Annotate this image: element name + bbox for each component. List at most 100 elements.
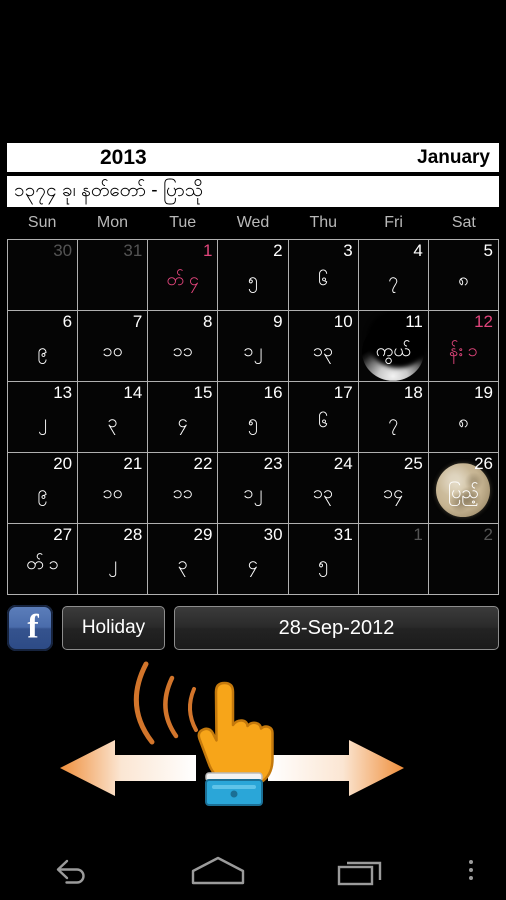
calendar-day-cell[interactable]: 26 ပြည့်: [428, 453, 499, 524]
calendar-day-cell[interactable]: 31: [78, 240, 149, 311]
gregorian-day-number: 30: [263, 525, 283, 544]
gregorian-day-number: 29: [193, 525, 213, 544]
calendar-grid[interactable]: 30 31 1 တ် ၄ 2 ၅ 3 ၆ 4 ၇ 5 ၈ 6 ၉ 7 ၁၀ 8 ၁၁ 9 ၁၂ 10 ၁၃ 11 ကွယ် 12…: [7, 239, 499, 595]
gregorian-day-number: 31: [333, 525, 353, 544]
myanmar-day-label: ကွယ်: [375, 340, 411, 360]
gregorian-day-number: 4: [413, 241, 423, 260]
calendar-day-cell[interactable]: 7 ၁၀: [78, 311, 149, 382]
calendar-day-cell[interactable]: 14 ၃: [78, 382, 149, 453]
gregorian-day-number: 21: [123, 454, 143, 473]
myanmar-day-label: ၁၀: [102, 340, 123, 360]
year-label: 2013: [100, 145, 147, 169]
gregorian-day-number: 15: [193, 383, 213, 402]
date-button[interactable]: 28-Sep-2012: [174, 606, 499, 650]
gregorian-day-number: 23: [263, 454, 283, 473]
myanmar-day-label: ၉: [37, 340, 48, 360]
calendar-day-cell[interactable]: 12 န်း ၁: [428, 311, 499, 382]
myanmar-day-label: ၁၀: [102, 482, 123, 502]
myanmar-day-label: ၅: [318, 553, 329, 573]
myanmar-day-label: ၃: [177, 553, 188, 573]
myanmar-year-label: ၁၃၇၄ ခု၊ နတ်တော် - ပြာသို: [14, 180, 204, 201]
gregorian-day-number: 31: [123, 241, 143, 260]
nav-recents-button[interactable]: [291, 840, 436, 900]
calendar-day-cell[interactable]: 5၈: [428, 240, 499, 311]
gregorian-day-number: 25: [403, 454, 423, 473]
myanmar-day-label: ၁၁: [172, 340, 193, 360]
calendar-day-cell[interactable]: 19 ၈: [428, 382, 499, 453]
calendar-day-cell[interactable]: 18 ၇: [358, 382, 429, 453]
calendar-day-cell[interactable]: 25 ၁၄: [358, 453, 429, 524]
calendar-day-cell[interactable]: 6၉: [8, 311, 79, 382]
calendar-day-cell[interactable]: 1: [358, 524, 429, 595]
myanmar-day-label: တ် ၄: [166, 269, 200, 289]
myanmar-day-label: ၈: [458, 411, 469, 431]
gregorian-day-number: 6: [62, 312, 73, 331]
calendar-day-cell[interactable]: 30 ၄: [218, 524, 289, 595]
gregorian-day-number: 8: [202, 312, 213, 331]
gregorian-day-number: 12: [474, 312, 493, 331]
weekday-thu: Thu: [309, 214, 338, 231]
calendar-day-cell[interactable]: 8 ၁၁: [148, 311, 219, 382]
myanmar-day-label: ၇: [388, 269, 399, 289]
weekday-tue: Tue: [169, 214, 197, 231]
holiday-button[interactable]: Holiday: [62, 606, 165, 650]
android-navigation-bar: [0, 840, 506, 900]
calendar-day-cell[interactable]: 23 ၁၂: [218, 453, 289, 524]
calendar-day-cell[interactable]: 29 ၃: [148, 524, 219, 595]
gregorian-day-number: 30: [53, 241, 73, 260]
gregorian-day-number: 1: [413, 525, 423, 544]
calendar-day-cell[interactable]: 3၆: [288, 240, 359, 311]
back-icon: [56, 859, 85, 884]
gregorian-day-number: 14: [123, 383, 143, 402]
nav-home-button[interactable]: [145, 840, 290, 900]
calendar-day-cell[interactable]: 1 တ် ၄: [148, 240, 219, 311]
nav-overflow-button[interactable]: [436, 840, 506, 900]
calendar-day-cell[interactable]: 30: [8, 240, 79, 311]
myanmar-day-label: ၄: [177, 411, 188, 431]
myanmar-day-label: ၂: [108, 553, 118, 573]
myanmar-day-label: ၁၄: [383, 482, 404, 502]
calendar-day-cell[interactable]: 11 ကွယ်: [358, 311, 429, 382]
calendar-day-cell[interactable]: 21 ၁၀: [78, 453, 149, 524]
calendar-day-cell[interactable]: 31 ၅: [288, 524, 359, 595]
gregorian-day-number: 19: [474, 383, 493, 402]
right-arrow: [268, 740, 404, 796]
nav-back-button[interactable]: [0, 840, 145, 900]
weekday-wed: Wed: [236, 214, 270, 231]
myanmar-day-label: ၆: [318, 269, 329, 289]
myanmar-day-label: န်း ၁: [448, 340, 478, 360]
calendar-day-cell[interactable]: 16 ၅: [218, 382, 289, 453]
calendar-day-cell[interactable]: 24 ၁၃: [288, 453, 359, 524]
calendar-day-cell[interactable]: 17 ၆: [288, 382, 359, 453]
myanmar-day-label: ၂: [38, 411, 47, 431]
gregorian-day-number: 27: [53, 525, 73, 544]
myanmar-day-label: ၄: [247, 553, 259, 573]
myanmar-day-label: ၅: [247, 269, 259, 289]
year-month-bar[interactable]: 2013 January: [7, 143, 499, 172]
facebook-icon[interactable]: f: [7, 605, 53, 651]
gregorian-day-number: 1: [202, 241, 213, 260]
myanmar-day-label: ၁၃: [313, 482, 334, 502]
calendar-day-cell[interactable]: 4၇: [358, 240, 429, 311]
myanmar-day-label: ၃: [107, 411, 118, 431]
calendar-day-cell[interactable]: 9 ၁၂: [218, 311, 289, 382]
tap-waves: [133, 661, 198, 745]
calendar-day-cell[interactable]: 15 ၄: [148, 382, 219, 453]
myanmar-year-bar[interactable]: ၁၃၇၄ ခု၊ နတ်တော် - ပြာသို: [7, 176, 499, 207]
calendar-day-cell[interactable]: 27 တ် ၁: [8, 524, 79, 595]
bottom-toolbar: f Holiday 28-Sep-2012: [7, 605, 499, 651]
calendar-day-cell[interactable]: 28 ၂: [78, 524, 149, 595]
gregorian-day-number: 11: [405, 312, 423, 331]
calendar-day-cell[interactable]: 13 ၂: [8, 382, 79, 453]
calendar-day-cell[interactable]: 20 ၉: [8, 453, 79, 524]
myanmar-day-label: ၁၂: [243, 340, 263, 360]
calendar-day-cell[interactable]: 2၅: [218, 240, 289, 311]
gregorian-day-number: 10: [333, 312, 353, 331]
calendar-day-cell[interactable]: 10 ၁၃: [288, 311, 359, 382]
gregorian-day-number: 28: [123, 525, 143, 544]
gregorian-day-number: 17: [333, 383, 353, 402]
top-blank-area: [0, 0, 506, 143]
gregorian-day-number: 5: [483, 241, 493, 260]
calendar-day-cell[interactable]: 22 ၁၁: [148, 453, 219, 524]
calendar-day-cell[interactable]: 2: [428, 524, 499, 595]
